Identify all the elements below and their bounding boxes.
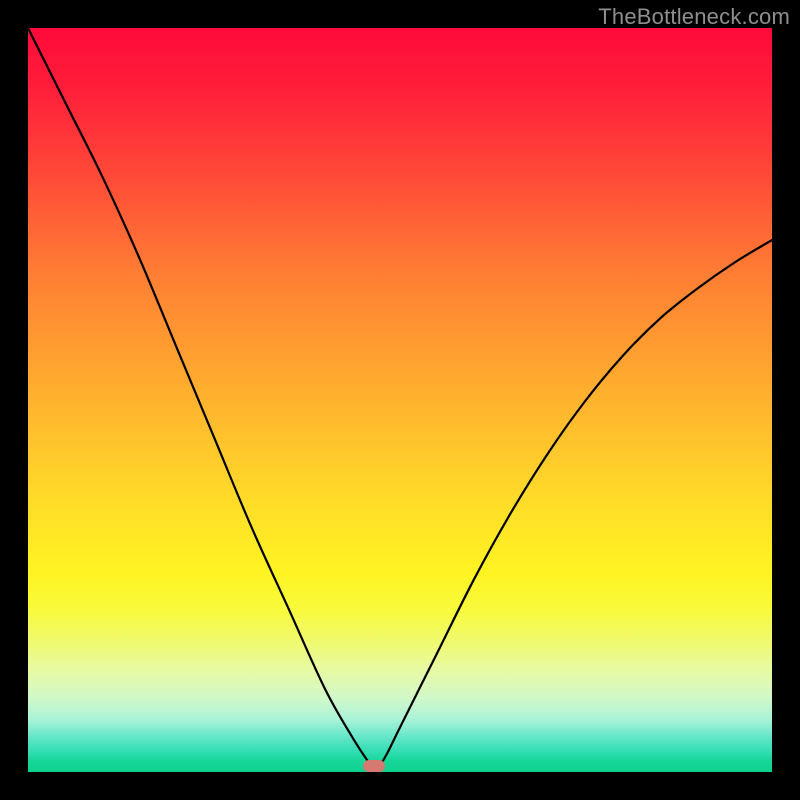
curve-svg [28,28,772,772]
plot-area [28,28,772,772]
chart-frame: TheBottleneck.com [0,0,800,800]
watermark-text: TheBottleneck.com [598,4,790,30]
bottleneck-curve [28,28,772,772]
optimal-point-marker [363,760,385,772]
